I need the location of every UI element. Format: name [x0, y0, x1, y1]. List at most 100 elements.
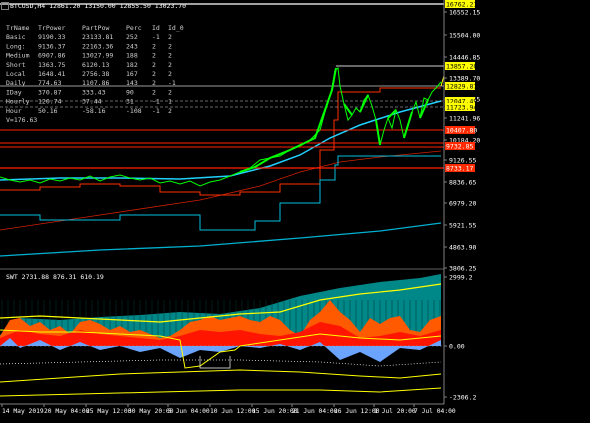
info-table-cell: Hourly [6, 98, 30, 106]
time-ticks: 14 May 2019 20 May 04:0025 May 12:0030 Ma… [1, 404, 456, 415]
price-tick-label: 5921.55 [449, 222, 476, 230]
indicator-tick-label: 2999.2 [449, 274, 473, 282]
info-table-footer: V=176.63 [6, 116, 37, 124]
info-table-cell: 2 [168, 52, 172, 60]
info-table-header: TrName [6, 24, 30, 32]
info-table-cell: 243 [126, 42, 138, 50]
price-panel[interactable] [0, 0, 486, 268]
info-table-cell: Daily [6, 79, 26, 87]
price-level-label: 16762.21 [446, 1, 477, 9]
info-table-cell: 2 [168, 33, 172, 41]
price-tick-label: 3806.25 [449, 265, 476, 273]
time-tick-label: 10 Jun 12:00 [210, 408, 256, 415]
time-tick-label: 25 May 12:00 [86, 408, 132, 415]
info-table-cell: -108 [126, 107, 142, 115]
price-tick-label: 8836.65 [449, 179, 476, 187]
indicator-header: SWT 2731.88 876.31 610.19 [6, 273, 104, 281]
indicator-tick-label: -2306.2 [449, 394, 476, 402]
info-table-cell: 2 [152, 42, 156, 50]
info-table-cell: 13027.99 [82, 52, 113, 60]
info-table-cell: 2 [168, 42, 172, 50]
price-tick-label: 9126.55 [449, 157, 476, 165]
info-table-cell: 90 [126, 88, 134, 96]
info-table-cell: 2 [168, 70, 172, 78]
price-tick-label: 16552.15 [449, 9, 480, 17]
info-table-cell: Basic [6, 33, 26, 41]
price-tick-label: 13389.70 [449, 75, 480, 83]
info-table-cell: 167 [126, 70, 138, 78]
info-table-header: Perc [126, 24, 142, 32]
info-table-cell: 2 [152, 70, 156, 78]
info-table-cell: 182 [126, 61, 138, 69]
time-tick-label: 15 Jun 20:00 [252, 408, 298, 415]
info-table-cell: Medium [6, 52, 30, 60]
info-table-cell: 370.87 [38, 88, 62, 96]
info-table-cell: 2 [168, 107, 172, 115]
time-tick-label: 30 May 20:00 [128, 408, 174, 415]
info-table-cell: 2 [152, 88, 156, 96]
price-tick-label: 15504.00 [449, 32, 480, 40]
info-table-cell: Hour [6, 107, 22, 115]
price-level-label: 13857.20 [446, 63, 477, 71]
info-table-cell: 2 [168, 61, 172, 69]
info-table-cell: 774.63 [38, 79, 62, 87]
indicator-tick-label: 0.00 [449, 343, 465, 351]
chart-canvas[interactable]: 16552.1515504.0014446.8513389.7012332.55… [0, 0, 590, 419]
info-table-cell: Short [6, 61, 26, 69]
time-tick-label: 26 Jun 12:00 [334, 408, 380, 415]
time-tick-label: 5 Jun 04:00 [168, 408, 210, 415]
price-level-label: 8733.17 [446, 165, 473, 173]
info-table-cell: 6907.86 [38, 52, 65, 60]
info-table-cell: 22163.36 [82, 42, 113, 50]
info-table-cell: 1 [168, 98, 172, 106]
info-table-cell: Local [6, 70, 26, 78]
chart-close-box[interactable] [1, 2, 9, 10]
info-table-header: Id [152, 24, 160, 32]
info-table-cell: 9136.37 [38, 42, 65, 50]
chart-window[interactable]: 16552.1515504.0014446.8513389.7012332.55… [0, 0, 590, 419]
symbol-header: BTCUSD,H4 12861.20 13150.00 12855.50 130… [10, 2, 187, 10]
price-level-label: 9732.85 [446, 143, 473, 151]
time-tick-label: 21 Jun 04:00 [292, 408, 338, 415]
info-table-cell: 1107.86 [82, 79, 109, 87]
time-tick-label: 20 May 04:00 [44, 408, 90, 415]
info-table-cell: 2 [152, 52, 156, 60]
indicator-panel[interactable] [0, 270, 444, 404]
info-table-cell: -1 [152, 107, 160, 115]
info-table-cell: 2756.38 [82, 70, 109, 78]
price-tick-label: 4863.90 [449, 244, 476, 252]
time-tick-label: 7 Jul 04:00 [414, 408, 456, 415]
info-table-cell: 1648.41 [38, 70, 65, 78]
info-table-cell: 2 [168, 88, 172, 96]
info-table-cell: 2 [152, 61, 156, 69]
info-table-cell: 2 [152, 79, 156, 87]
price-tick-label: 14446.85 [449, 54, 480, 62]
info-table-cell: Long: [6, 42, 26, 50]
info-table-header: TrPower [38, 24, 65, 32]
info-table-cell: 333.43 [82, 88, 106, 96]
time-tick-label: 14 May 2019 [2, 408, 44, 415]
time-tick-label: 1 Jul 20:00 [374, 408, 416, 415]
price-level-label: 10407.80 [446, 127, 477, 135]
info-table-cell: 120.74 [38, 98, 62, 106]
info-table-cell: 252 [126, 33, 138, 41]
info-table-header: PartPow [82, 24, 109, 32]
info-table-cell: 31 [126, 98, 134, 106]
info-table-cell: IDay [6, 88, 22, 96]
info-table-cell: 23133.81 [82, 33, 113, 41]
price-tick-label: 6979.20 [449, 200, 476, 208]
info-table-cell: -1 [168, 79, 176, 87]
info-table-cell: 188 [126, 52, 138, 60]
price-level-label: 11723.94 [446, 104, 477, 112]
info-table-cell: 6120.13 [82, 61, 109, 69]
info-table-cell: -58.16 [82, 107, 106, 115]
info-table-cell: 143 [126, 79, 138, 87]
price-tick-label: 11241.96 [449, 115, 480, 123]
info-table-cell: 1363.75 [38, 61, 65, 69]
info-table-cell: 37.44 [82, 98, 102, 106]
price-level-label: 12829.87 [446, 83, 477, 91]
info-table-cell: 9190.33 [38, 33, 65, 41]
info-table-cell: 50.16 [38, 107, 58, 115]
info-table-cell: -1 [152, 33, 160, 41]
info-table-cell: -1 [152, 98, 160, 106]
